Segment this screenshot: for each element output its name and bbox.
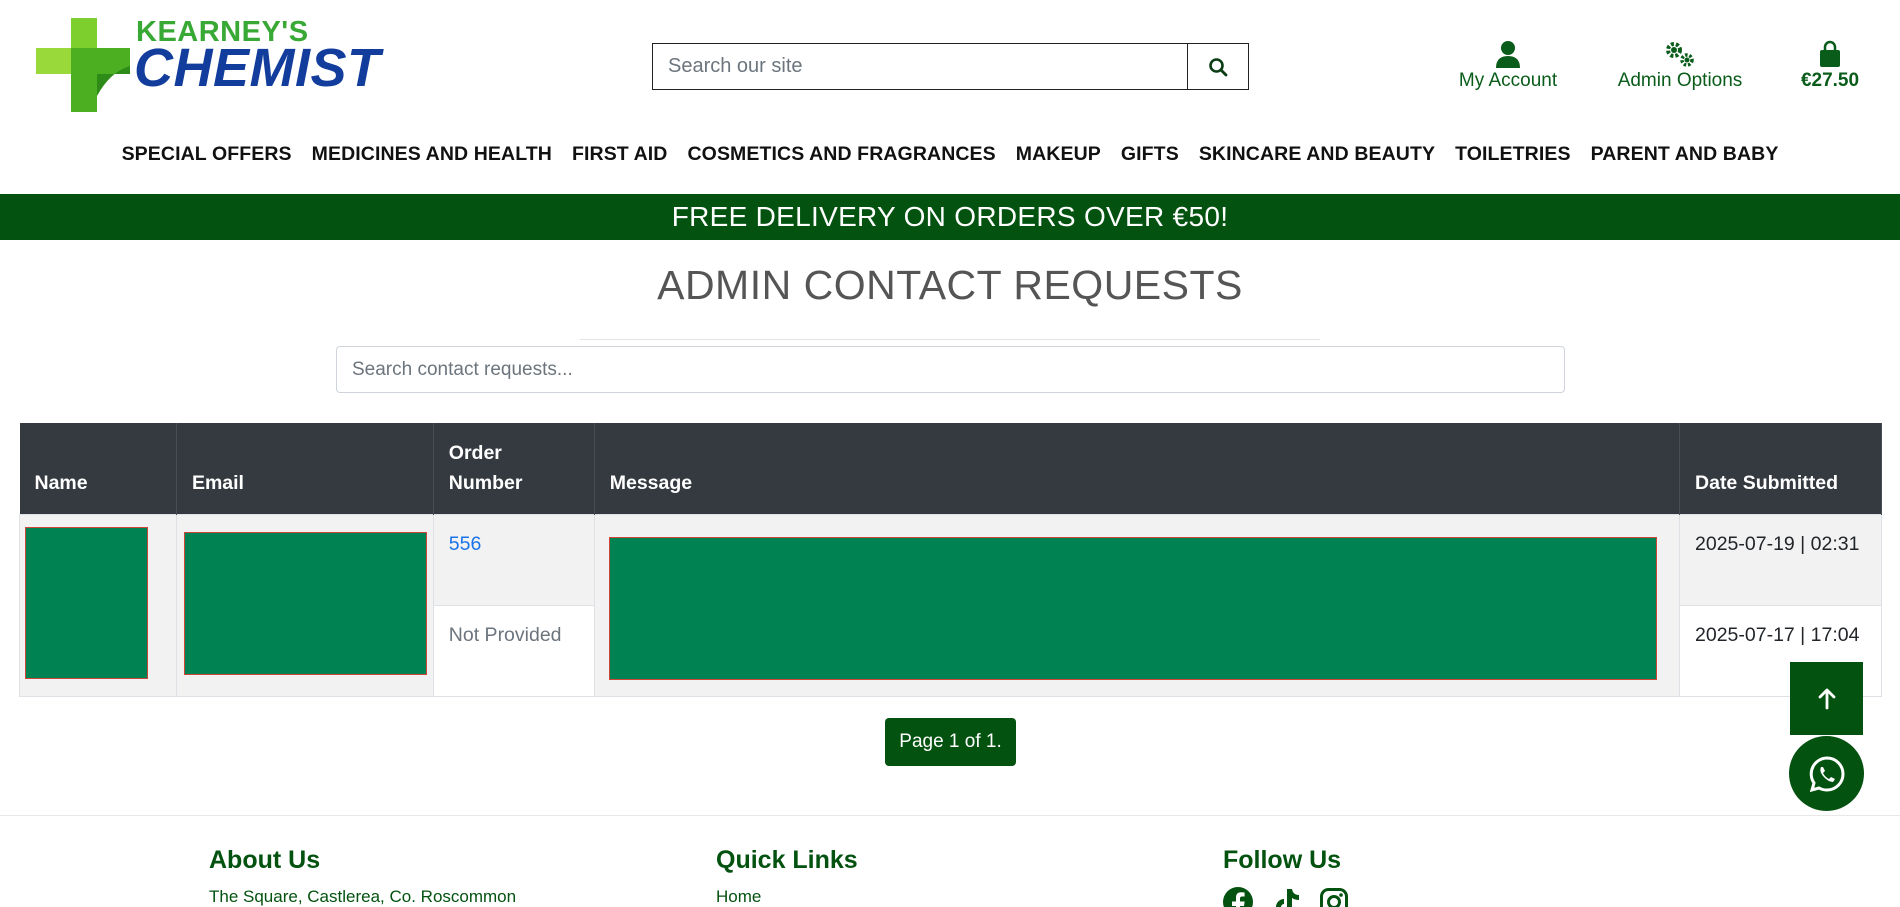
- admin-options-label: Admin Options: [1617, 70, 1743, 91]
- instagram-icon[interactable]: [1319, 887, 1349, 907]
- title-divider: [580, 339, 1320, 340]
- nav-skincare-and-beauty[interactable]: SKINCARE AND BEAUTY: [1199, 143, 1435, 166]
- col-header-message: Message: [594, 423, 1681, 514]
- nav-first-aid[interactable]: FIRST AID: [572, 143, 668, 166]
- my-account-link[interactable]: My Account: [1450, 38, 1566, 92]
- site-logo[interactable]: KEARNEY'S CHEMIST: [36, 16, 406, 116]
- footer-quick-links: Quick Links Home: [716, 846, 858, 907]
- back-to-top-button[interactable]: [1790, 662, 1863, 735]
- contact-requests-table: Name Email Order Number Message Date Sub…: [19, 423, 1882, 697]
- footer-divider: [0, 815, 1900, 816]
- order-number-link[interactable]: 556: [449, 533, 482, 555]
- name-cell: [19, 513, 177, 697]
- redacted-email: [183, 531, 427, 675]
- col-header-email: Email: [176, 423, 434, 514]
- my-account-label: My Account: [1458, 70, 1558, 91]
- shopping-bag-icon: [1820, 40, 1840, 67]
- arrow-up-icon: [1818, 688, 1835, 709]
- redacted-name: [25, 526, 148, 679]
- nav-parent-and-baby[interactable]: PARENT AND BABY: [1591, 143, 1779, 166]
- redacted-message: [608, 536, 1657, 680]
- user-icon: [1496, 41, 1520, 68]
- footer-follow-heading: Follow Us: [1223, 846, 1342, 874]
- email-cell: [175, 513, 434, 697]
- search-icon: [1209, 57, 1228, 76]
- col-header-order-number: Order Number: [433, 423, 595, 514]
- order-number-cell: 556: [432, 513, 595, 606]
- site-header: KEARNEY'S CHEMIST My Account: [0, 0, 1900, 130]
- facebook-icon[interactable]: [1223, 887, 1253, 907]
- message-cell: [593, 513, 1681, 697]
- pagination-indicator: Page 1 of 1.: [885, 718, 1016, 766]
- whatsapp-chat-button[interactable]: [1789, 736, 1864, 811]
- order-number-cell: Not Provided: [432, 604, 595, 697]
- cross-logo-icon: [36, 18, 130, 112]
- col-header-date-submitted: Date Submitted: [1679, 423, 1882, 514]
- logo-chemist: CHEMIST: [134, 38, 381, 98]
- gears-icon: [1666, 42, 1694, 67]
- footer-about-heading: About Us: [209, 846, 321, 874]
- cart-total: €27.50: [1800, 70, 1860, 91]
- site-search: [652, 43, 1249, 90]
- nav-gifts[interactable]: GIFTS: [1121, 143, 1179, 166]
- social-links: [1223, 887, 1349, 907]
- site-search-input[interactable]: [653, 44, 1187, 89]
- footer-quick-links-heading: Quick Links: [716, 846, 858, 874]
- main-nav: SPECIAL OFFERS MEDICINES AND HEALTH FIRS…: [0, 143, 1900, 166]
- nav-medicines-and-health[interactable]: MEDICINES AND HEALTH: [312, 143, 552, 166]
- search-button[interactable]: [1187, 44, 1248, 89]
- whatsapp-icon: [1809, 755, 1844, 792]
- admin-options-link[interactable]: Admin Options: [1610, 38, 1750, 92]
- table-header-row: Name Email Order Number Message Date Sub…: [19, 423, 1882, 514]
- nav-special-offers[interactable]: SPECIAL OFFERS: [122, 143, 292, 166]
- order-number-text: Not Provided: [448, 623, 562, 646]
- nav-makeup[interactable]: MAKEUP: [1016, 143, 1101, 166]
- contact-requests-search-input[interactable]: [336, 346, 1565, 393]
- footer-about: About Us The Square, Castlerea, Co. Rosc…: [209, 846, 516, 907]
- nav-cosmetics-and-fragrances[interactable]: COSMETICS AND FRAGRANCES: [688, 143, 996, 166]
- footer-address: The Square, Castlerea, Co. Roscommon: [209, 887, 517, 906]
- date-submitted-cell: 2025-07-19 | 02:31: [1679, 513, 1882, 606]
- footer-link-home[interactable]: Home: [716, 887, 858, 907]
- footer-follow-us: Follow Us: [1223, 846, 1349, 907]
- col-header-name: Name: [19, 423, 177, 514]
- cart-link[interactable]: €27.50: [1795, 38, 1865, 92]
- banner-text: FREE DELIVERY ON ORDERS OVER €50!: [671, 201, 1229, 232]
- nav-toiletries[interactable]: TOILETRIES: [1455, 143, 1571, 166]
- table-row: 556 2025-07-19 | 02:31: [19, 513, 1882, 697]
- page-title: ADMIN CONTACT REQUESTS: [657, 262, 1243, 308]
- free-delivery-banner: FREE DELIVERY ON ORDERS OVER €50!: [0, 194, 1900, 240]
- tiktok-icon[interactable]: [1271, 887, 1301, 907]
